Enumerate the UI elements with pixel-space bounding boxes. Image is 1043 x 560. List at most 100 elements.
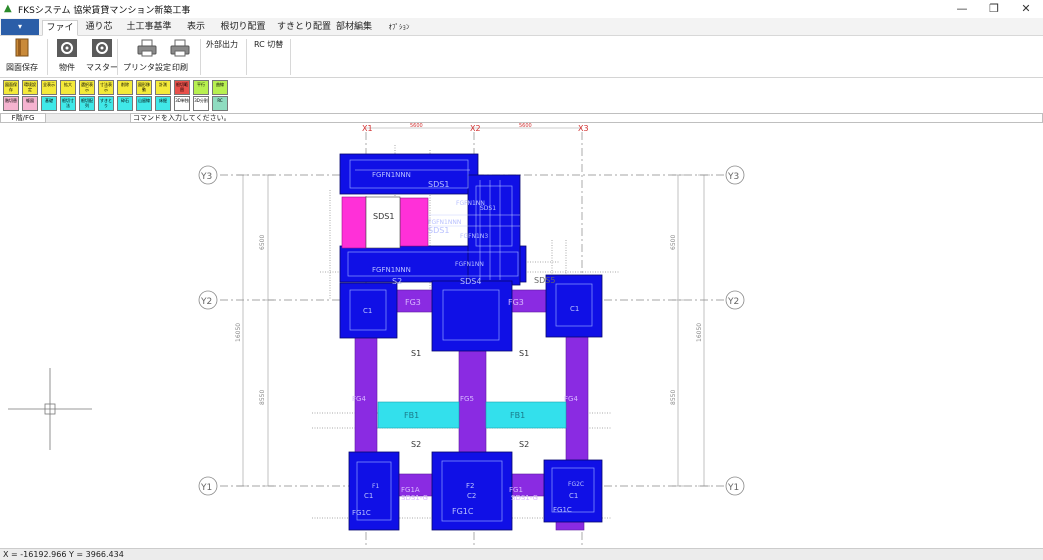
span-dim-x2-x3: 5600 <box>519 123 532 129</box>
tool-selection-display[interactable]: 選択表示 <box>79 80 95 95</box>
dim-left-16050: 16050 <box>235 323 242 342</box>
printer-setup-button[interactable]: プリンタ設定 <box>123 38 171 73</box>
tab-file[interactable]: ファイル <box>42 20 78 48</box>
maximize-button[interactable]: ❐ <box>980 0 1008 18</box>
tool-frame-drawing[interactable]: 躯図 <box>22 96 38 111</box>
command-bar: F階/FG コマンドを入力してください。 <box>0 113 1043 123</box>
app-logo-icon: ▲ <box>4 3 12 14</box>
dim-right-8550: 8550 <box>670 390 677 405</box>
axis-label-y1-left: Y1 <box>200 483 212 493</box>
label-fg2c: FG2C <box>568 481 584 488</box>
label-f1: F1 <box>372 483 379 490</box>
close-button[interactable]: ✕ <box>1012 0 1040 18</box>
tab-options[interactable]: ｵﾌﾟｼｮﾝ <box>382 20 416 36</box>
dim-right-6500: 6500 <box>670 235 677 250</box>
dim-left-6500: 6500 <box>259 235 266 250</box>
tool-button-rows: 図面保存 環境設定 全表示 拡大 選択表示 寸法表示 削除 図形移動 計測 根切… <box>0 78 1043 113</box>
label-c1: C1 <box>364 492 373 500</box>
tool-excavation-range[interactable]: 根切範囲 <box>174 80 190 95</box>
external-output-button[interactable]: 外部出力 <box>206 39 238 50</box>
tab-excavation-layout[interactable]: 根切り配置 <box>218 20 268 36</box>
tool-retaining-line[interactable]: 山留線 <box>136 96 152 111</box>
label-fb1: FB1 <box>404 411 419 420</box>
drawing-canvas[interactable]: X1 X2 X3 5600 5600 Y3 Y2 Y1 Y3 Y2 Y1 650… <box>0 123 1043 548</box>
book-icon <box>10 38 34 58</box>
label-fg3: FG3 <box>508 298 524 307</box>
span-dim-x1-x2: 5600 <box>410 123 423 129</box>
label-fgfn1: FGFN1NNN <box>428 219 461 226</box>
axis-label-y3-right: Y3 <box>727 172 739 182</box>
print-label: 印刷 <box>172 63 188 72</box>
label-s2: S2 <box>392 277 402 286</box>
tool-3d-split[interactable]: 3D分割 <box>193 96 209 111</box>
axis-label-x3: X3 <box>578 124 589 133</box>
tool-measure[interactable]: 計測 <box>155 80 171 95</box>
label-fg1c: FG1C <box>452 507 474 516</box>
tool-switch-floor[interactable]: 階切替 <box>3 96 19 111</box>
ribbon-separator <box>117 39 118 75</box>
label-fg3: FG3 <box>405 298 421 307</box>
tool-crushed-stone[interactable]: 砕石 <box>117 96 133 111</box>
label-sds1-g: SDS1-G <box>511 494 538 502</box>
label-s2: S2 <box>411 440 421 449</box>
tool-parallel[interactable]: 平行 <box>193 80 209 95</box>
label-sds5: SDS5 <box>534 276 555 285</box>
save-drawing-button[interactable]: 図面保存 <box>6 38 38 73</box>
label-s2: S2 <box>519 440 529 449</box>
label-sds1: SDS1 <box>428 180 449 189</box>
tool-zoom-in[interactable]: 拡大 <box>60 80 76 95</box>
printer-icon <box>168 38 192 58</box>
ribbon-separator <box>290 39 291 75</box>
tool-delete[interactable]: 削除 <box>117 80 133 95</box>
tab-member-edit[interactable]: 部材編集 <box>334 20 374 36</box>
tool-foundation[interactable]: 基礎 <box>41 96 57 111</box>
app-menu-button[interactable]: ▾ <box>1 19 39 35</box>
tab-view[interactable]: 表示 <box>184 20 208 36</box>
dim-right-16050: 16050 <box>696 323 703 342</box>
label-fb1: FB1 <box>510 411 525 420</box>
master-button[interactable]: マスター <box>86 38 118 73</box>
minimize-button[interactable]: — <box>948 0 976 18</box>
master-label: マスター <box>86 63 118 72</box>
tool-dimension-display[interactable]: 寸法表示 <box>98 80 114 95</box>
label-fg5: FG5 <box>460 395 474 403</box>
axis-label-x2: X2 <box>470 124 481 133</box>
project-button[interactable]: 物件 <box>55 38 79 73</box>
label-fgfn1: FGFN1NNN <box>372 171 411 179</box>
tool-rc[interactable]: RC <box>212 96 228 111</box>
ribbon-separator <box>246 39 247 75</box>
dim-left-8550: 8550 <box>259 390 266 405</box>
label-fg1c: FG1C <box>352 509 371 517</box>
tool-move-shape[interactable]: 図形移動 <box>136 80 152 95</box>
cad-drawing[interactable]: X1 X2 X3 5600 5600 Y3 Y2 Y1 Y3 Y2 Y1 650… <box>0 123 1043 548</box>
save-drawing-label: 図面保存 <box>6 63 38 72</box>
tool-show-all[interactable]: 全表示 <box>41 80 57 95</box>
tool-environment-settings[interactable]: 環境設定 <box>22 80 38 95</box>
tool-skimming[interactable]: すきとり <box>98 96 114 111</box>
tool-curve[interactable]: 曲線 <box>212 80 228 95</box>
label-fgfn1: FGFN1NNN <box>372 266 411 274</box>
crosshair-cursor <box>8 368 92 450</box>
tab-skimming-layout[interactable]: すきとり配置 <box>276 20 332 36</box>
rc-switch-button[interactable]: RC 切替 <box>254 39 283 50</box>
tool-3d-single[interactable]: 3D単独 <box>174 96 190 111</box>
ribbon-separator <box>47 39 48 75</box>
tool-save-drawing[interactable]: 図面保存 <box>3 80 19 95</box>
tab-grid-lines[interactable]: 通り芯 <box>84 20 114 36</box>
label-fgfn1: FGFN1N3 <box>460 233 488 240</box>
label-c1: C1 <box>570 305 579 313</box>
axis-label-y2-left: Y2 <box>200 297 212 307</box>
command-input[interactable]: コマンドを入力してください。 <box>130 113 1043 123</box>
tool-excavation-array[interactable]: 根切配列 <box>79 96 95 111</box>
slab-opening <box>365 196 401 249</box>
tool-floor-excavation[interactable]: 床掘 <box>155 96 171 111</box>
window-title: FKSシステム 協栄賃貸マンション新築工事 <box>18 5 191 16</box>
axis-label-y2-right: Y2 <box>727 297 739 307</box>
label-c1: C1 <box>363 307 372 315</box>
tab-earthwork-standard[interactable]: 土工事基準 <box>124 20 174 36</box>
print-button[interactable]: 印刷 <box>168 38 192 73</box>
floor-level-tab[interactable]: F階/FG <box>0 113 46 123</box>
label-s1: S1 <box>519 349 529 358</box>
label-fgfn1: FGFN1NN <box>455 261 484 268</box>
tool-excavation-dimension[interactable]: 根切寸法 <box>60 96 76 111</box>
